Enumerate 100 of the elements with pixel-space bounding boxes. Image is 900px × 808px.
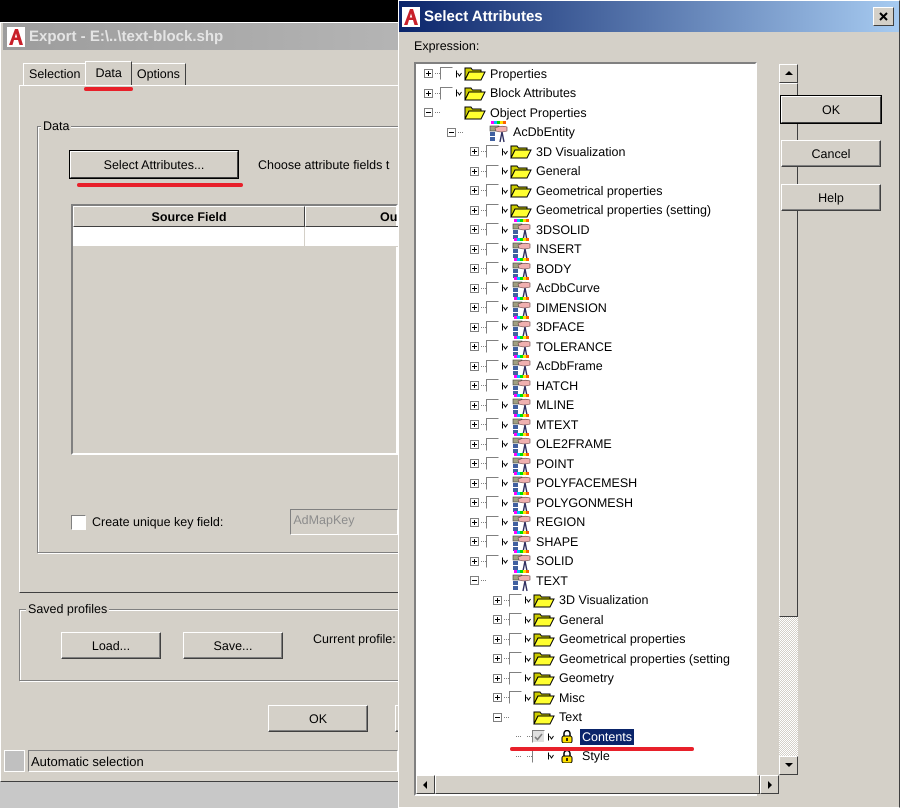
column-header[interactable]: Source Field	[73, 206, 305, 227]
checkbox[interactable]	[486, 535, 499, 548]
expand-icon[interactable]	[470, 244, 479, 254]
checkbox[interactable]	[486, 418, 499, 432]
tree-item[interactable]: Geometry	[557, 670, 616, 686]
checkbox[interactable]	[509, 632, 522, 646]
expand-icon[interactable]	[470, 400, 479, 410]
checkbox[interactable]	[486, 204, 499, 217]
expand-icon[interactable]	[470, 225, 479, 234]
checkbox[interactable]	[486, 320, 499, 334]
checkbox[interactable]	[486, 164, 499, 178]
expand-icon[interactable]	[470, 342, 479, 352]
tab[interactable]: Selection	[23, 63, 86, 85]
expand-icon[interactable]	[470, 322, 479, 332]
expand-icon[interactable]	[470, 518, 479, 527]
tree-item[interactable]: General	[557, 612, 606, 628]
checkbox[interactable]	[486, 379, 499, 392]
tree-item[interactable]: 3DFACE	[534, 319, 587, 336]
checkbox[interactable]	[486, 282, 499, 295]
checkbox[interactable]	[486, 554, 499, 568]
expand-icon[interactable]	[470, 264, 479, 274]
tree-item[interactable]: Properties	[488, 66, 549, 82]
tree-item[interactable]: Geometrical properties	[534, 182, 664, 199]
tree-item[interactable]: General	[534, 163, 582, 180]
tab[interactable]: Options	[130, 63, 186, 85]
expand-icon[interactable]	[470, 362, 479, 371]
expand-icon[interactable]	[470, 381, 479, 390]
expand-icon[interactable]	[470, 459, 479, 468]
checkbox[interactable]	[440, 67, 453, 80]
tree-item[interactable]: REGION	[534, 514, 588, 530]
expand-icon[interactable]	[493, 693, 502, 702]
ok-button[interactable]: OK	[268, 705, 368, 732]
checkbox[interactable]	[486, 457, 499, 470]
tree-item[interactable]: POINT	[534, 456, 576, 472]
tree-item[interactable]: MTEXT	[534, 416, 580, 433]
tree-item[interactable]: INSERT	[534, 241, 584, 258]
dialog-button[interactable]: Help	[781, 184, 881, 211]
profile-button[interactable]: Load...	[61, 632, 161, 659]
checkbox[interactable]	[486, 340, 499, 354]
column-header[interactable]: Ou	[305, 206, 398, 227]
tree-item[interactable]: BODY	[534, 260, 574, 277]
checkbox[interactable]	[486, 223, 499, 236]
profile-button[interactable]: Save...	[183, 632, 283, 659]
tree-item[interactable]: Misc	[557, 690, 587, 706]
checkbox[interactable]	[486, 496, 499, 510]
expand-icon[interactable]	[470, 147, 479, 156]
tree-item[interactable]: HATCH	[534, 378, 580, 394]
tree-item[interactable]: OLE2FRAME	[534, 436, 614, 452]
scroll-left-button[interactable]	[416, 775, 435, 794]
tree-item[interactable]: SOLID	[534, 553, 576, 570]
checkbox[interactable]	[486, 262, 499, 276]
tree-item[interactable]: Block Attributes	[488, 85, 578, 102]
checkbox[interactable]	[486, 360, 499, 373]
checkbox[interactable]	[486, 398, 499, 412]
expand-icon[interactable]	[470, 186, 479, 196]
tree-item[interactable]: DIMENSION	[534, 300, 609, 316]
expand-icon[interactable]	[493, 674, 502, 683]
expand-icon[interactable]	[493, 654, 502, 664]
dialog-button[interactable]: OK	[781, 96, 881, 123]
tree-item[interactable]: Geometrical properties	[557, 631, 688, 648]
close-button[interactable]	[873, 7, 894, 26]
checkbox[interactable]	[486, 438, 499, 451]
tree-item[interactable]: AcDbFrame	[534, 358, 605, 374]
tree-item[interactable]: MLINE	[534, 397, 576, 414]
tree-item[interactable]: Geometrical properties (setting	[557, 650, 732, 667]
expand-icon[interactable]	[470, 537, 479, 546]
checkbox[interactable]	[486, 184, 499, 198]
checkbox[interactable]	[509, 672, 522, 685]
expand-icon[interactable]	[470, 284, 479, 293]
scroll-up-button[interactable]	[779, 64, 798, 83]
tree-item[interactable]: Object Properties	[488, 104, 589, 121]
checkbox[interactable]	[486, 516, 499, 529]
expand-icon[interactable]	[493, 615, 502, 624]
checkbox[interactable]	[440, 86, 453, 100]
expand-icon[interactable]	[470, 556, 479, 566]
tree-item[interactable]: POLYGONMESH	[534, 494, 636, 511]
checkbox[interactable]	[509, 594, 522, 607]
expand-icon[interactable]	[470, 420, 479, 430]
expand-icon[interactable]	[493, 596, 502, 605]
checkbox[interactable]	[486, 301, 499, 314]
expand-icon[interactable]	[424, 88, 433, 98]
checkbox[interactable]	[486, 145, 499, 158]
collapse-icon[interactable]	[424, 108, 433, 118]
tree-item[interactable]: 3D Visualization	[534, 144, 628, 160]
checkbox[interactable]	[509, 613, 522, 626]
tree-item[interactable]: AcDbCurve	[534, 280, 602, 296]
checkbox[interactable]	[486, 242, 499, 256]
collapse-icon[interactable]	[447, 128, 456, 137]
tree-item[interactable]: POLYFACEMESH	[534, 475, 640, 492]
tree-item[interactable]: AcDbEntity	[511, 124, 577, 140]
collapse-icon[interactable]	[493, 712, 502, 722]
checkbox[interactable]	[532, 730, 545, 744]
tree-item[interactable]: Text	[557, 709, 584, 726]
tree-item[interactable]: TEXT	[534, 572, 570, 589]
expand-icon[interactable]	[493, 634, 502, 644]
tree-item[interactable]: TOLERANCE	[534, 338, 614, 355]
tree-item[interactable]: Style	[580, 748, 612, 764]
dialog-button[interactable]: Cancel	[781, 140, 881, 167]
scroll-right-button[interactable]	[760, 775, 779, 794]
tree-item[interactable]: 3DSOLID	[534, 222, 592, 238]
